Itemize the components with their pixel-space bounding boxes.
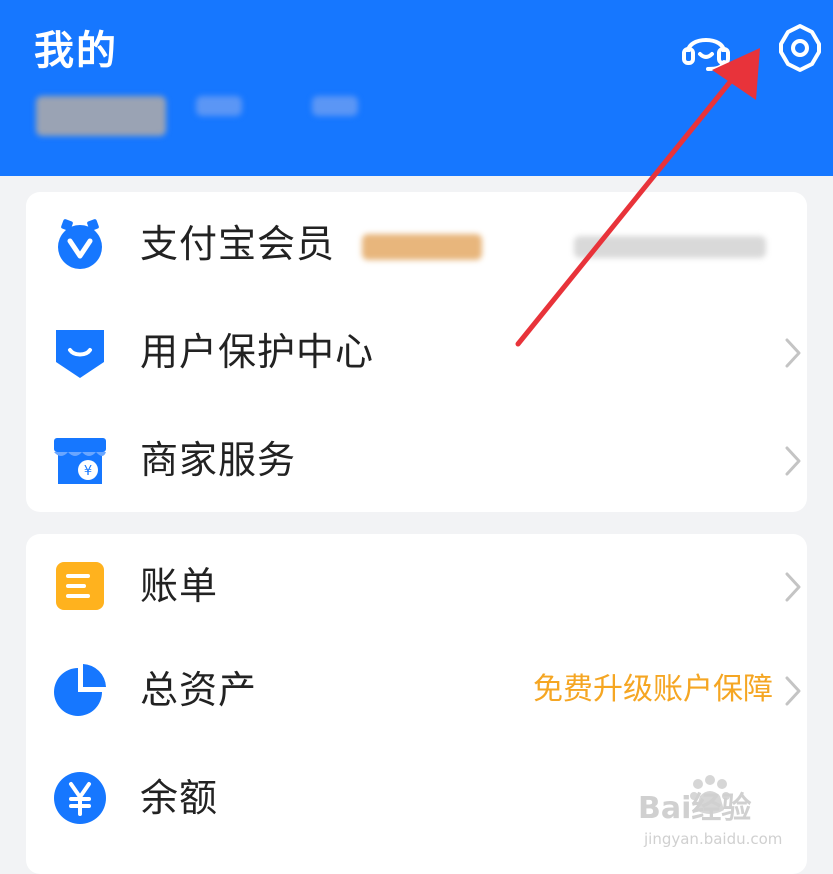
list-item-member[interactable]: 支付宝会员	[26, 192, 807, 296]
page-title: 我的	[34, 28, 118, 74]
list-item-label: 余额	[140, 776, 219, 820]
list-item-label: 用户保护中心	[140, 330, 375, 374]
account-info-blurred	[312, 96, 358, 116]
account-protection-note[interactable]: 免费升级账户保障	[533, 668, 773, 712]
list-item-user-protection[interactable]: 用户保护中心	[26, 300, 807, 404]
account-info-blurred	[196, 96, 242, 116]
baidu-watermark-logo: Bai经验 jingyan.baidu.com	[638, 775, 782, 848]
chevron-right-icon	[785, 572, 801, 602]
store-icon: ¥	[54, 438, 106, 484]
yuan-coin-icon	[54, 772, 106, 824]
profile-header: 我的	[0, 0, 833, 176]
headset-icon[interactable]	[680, 22, 732, 74]
list-item-total-assets[interactable]: 总资产 免费升级账户保障	[26, 638, 807, 742]
chevron-right-icon	[785, 446, 801, 476]
account-name-blurred	[36, 96, 166, 136]
watermark-text: Bai经验	[638, 791, 751, 826]
chevron-right-icon	[785, 676, 801, 706]
member-points-blurred	[574, 236, 766, 258]
list-item-label: 账单	[140, 564, 219, 608]
member-badge-icon	[58, 219, 102, 269]
svg-text:¥: ¥	[84, 464, 92, 479]
shield-icon	[56, 330, 104, 378]
list-item-bills[interactable]: 账单	[26, 534, 807, 638]
list-item-label: 总资产	[140, 668, 258, 712]
settings-gear-icon[interactable]	[774, 22, 826, 74]
member-level-blurred	[362, 234, 482, 260]
list-item-label: 支付宝会员	[140, 222, 336, 266]
list-item-merchant-services[interactable]: ¥ 商家服务	[26, 408, 807, 512]
watermark-url: jingyan.baidu.com	[643, 830, 782, 848]
chevron-right-icon	[785, 338, 801, 368]
bill-icon	[56, 562, 104, 610]
list-item-label: 商家服务	[140, 438, 297, 482]
services-card: 支付宝会员 用户保护中心 ¥ 商家服务	[26, 192, 807, 512]
pie-chart-icon	[54, 664, 106, 716]
